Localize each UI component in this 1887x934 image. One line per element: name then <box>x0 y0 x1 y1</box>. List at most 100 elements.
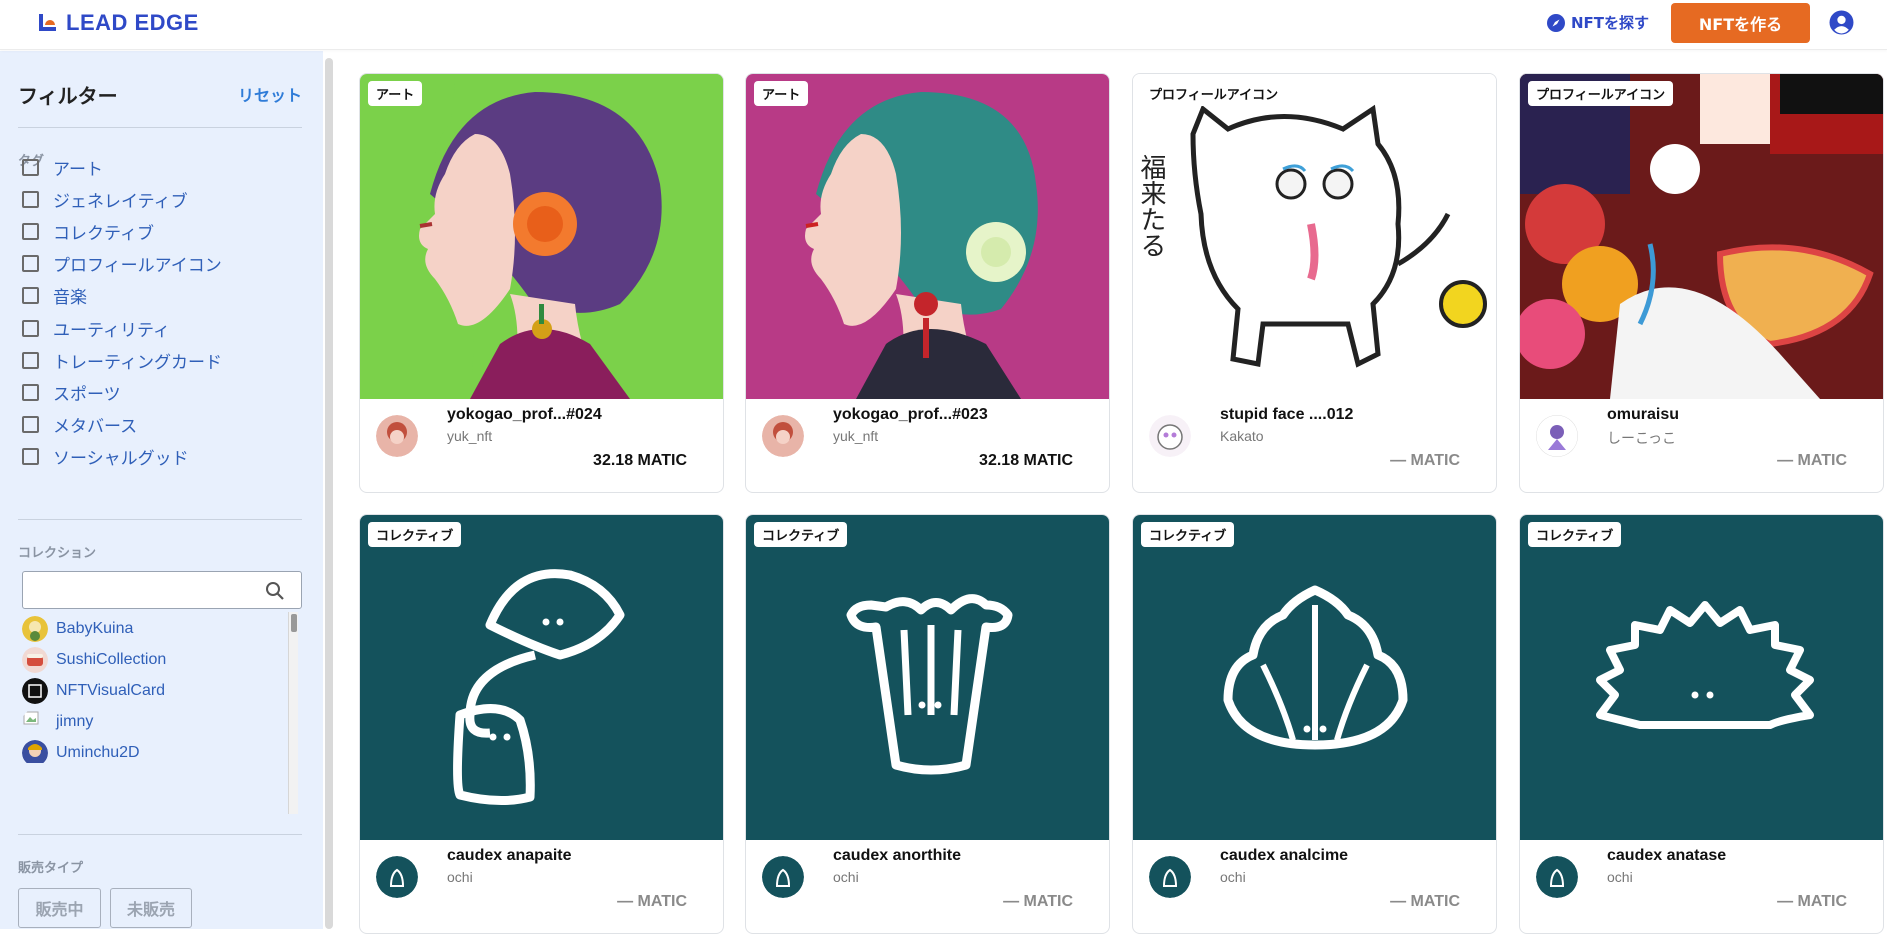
checkbox-icon[interactable] <box>22 255 39 273</box>
collection-label: BabyKuina <box>56 619 134 637</box>
tag-option-profile-icon[interactable]: プロフィールアイコン <box>22 248 222 280</box>
nft-title[interactable]: omuraisu <box>1607 406 1679 424</box>
nft-card[interactable]: コレクティブ caudex anorthite ochi — MATIC <box>745 514 1110 934</box>
creator-avatar[interactable] <box>1536 415 1578 457</box>
find-nft-link[interactable]: NFTを探す <box>1546 12 1649 33</box>
nft-image <box>360 515 723 840</box>
sidebar-scrollbar[interactable] <box>325 58 333 929</box>
collection-avatar <box>22 739 48 763</box>
collection-item[interactable]: Uminchu2D <box>22 737 290 763</box>
tag-option-music[interactable]: 音楽 <box>22 280 222 312</box>
broken-image-icon <box>23 711 39 724</box>
creator-avatar[interactable] <box>1536 856 1578 898</box>
nft-title[interactable]: stupid face ....012 <box>1220 406 1353 424</box>
checkbox-icon[interactable] <box>22 287 39 305</box>
creator-name[interactable]: ochi <box>833 869 859 885</box>
tag-option-sports[interactable]: スポーツ <box>22 376 222 408</box>
make-nft-button[interactable]: NFTを作る <box>1671 3 1810 43</box>
tag-label: コレクティブ <box>53 223 154 244</box>
on-sale-button[interactable]: 販売中 <box>18 888 101 928</box>
tag-option-metaverse[interactable]: メタバース <box>22 409 222 441</box>
collection-label: Uminchu2D <box>56 743 140 761</box>
nft-card[interactable]: 福来たる プロフィールアイコン stupid face ....012 Kaka… <box>1132 73 1497 493</box>
nft-title[interactable]: caudex anorthite <box>833 847 961 865</box>
checkbox-icon[interactable] <box>22 158 39 176</box>
creator-name[interactable]: しーこっこ <box>1607 428 1676 448</box>
creator-name[interactable]: yuk_nft <box>447 428 492 444</box>
collection-item[interactable]: BabyKuina <box>22 613 290 644</box>
search-icon[interactable] <box>265 581 285 601</box>
collection-item[interactable]: SushiCollection <box>22 644 290 675</box>
cat-image-text: 福来たる <box>1136 154 1166 258</box>
nft-card[interactable]: アート yokogao_prof...#023 yuk_nft 32.18 MA… <box>745 73 1110 493</box>
nft-title[interactable]: yokogao_prof...#023 <box>833 406 988 424</box>
nft-price: 32.18 MATIC <box>593 452 687 469</box>
nft-title[interactable]: caudex anapaite <box>447 847 572 865</box>
checkbox-icon[interactable] <box>22 190 39 208</box>
collection-section-label: コレクション <box>18 546 97 561</box>
nft-image <box>360 74 723 399</box>
nft-image: 福来たる <box>1133 74 1496 399</box>
creator-avatar[interactable] <box>1149 415 1191 457</box>
creator-avatar[interactable] <box>762 415 804 457</box>
nft-title[interactable]: caudex anatase <box>1607 847 1726 865</box>
tag-label: ソーシャルグッド <box>53 449 189 470</box>
tag-label: プロフィールアイコン <box>53 256 222 277</box>
nft-image <box>746 515 1109 840</box>
collection-scrollbar[interactable] <box>288 612 298 814</box>
tag-option-art[interactable]: アート <box>22 151 222 183</box>
reset-link[interactable]: リセット <box>238 82 302 106</box>
tag-option-utility[interactable]: ユーティリティ <box>22 312 222 344</box>
logo[interactable]: LEAD EDGE <box>38 10 199 36</box>
checkbox-icon[interactable] <box>22 319 39 337</box>
checkbox-icon[interactable] <box>22 448 39 466</box>
tag-label: アート <box>53 159 103 180</box>
creator-avatar[interactable] <box>376 415 418 457</box>
creator-avatar[interactable] <box>762 856 804 898</box>
top-header: LEAD EDGE NFTを探す NFTを作る <box>0 0 1887 50</box>
divider <box>18 127 302 128</box>
tag-option-collective[interactable]: コレクティブ <box>22 215 222 247</box>
collection-item[interactable]: NFTVisualCard <box>22 675 290 706</box>
collection-avatar <box>22 677 48 704</box>
nft-title[interactable]: caudex analcime <box>1220 847 1348 865</box>
creator-name[interactable]: ochi <box>447 869 473 885</box>
nft-card[interactable]: コレクティブ caudex anatase ochi — MATIC <box>1519 514 1884 934</box>
scrollbar-thumb[interactable] <box>291 614 297 632</box>
creator-avatar[interactable] <box>376 856 418 898</box>
creator-name[interactable]: yuk_nft <box>833 428 878 444</box>
tag-option-social-good[interactable]: ソーシャルグッド <box>22 441 222 473</box>
checkbox-icon[interactable] <box>22 351 39 369</box>
checkbox-icon[interactable] <box>22 222 39 240</box>
nft-card[interactable]: プロフィールアイコン omuraisu しーこっこ — MATIC <box>1519 73 1884 493</box>
tag-label: スポーツ <box>53 384 121 405</box>
checkbox-icon[interactable] <box>22 416 39 434</box>
nft-image <box>746 74 1109 399</box>
collection-search-input[interactable] <box>22 571 302 609</box>
nft-card[interactable]: コレクティブ caudex analcime ochi — MATIC <box>1132 514 1497 934</box>
checkbox-icon[interactable] <box>22 383 39 401</box>
collection-item[interactable]: jimny <box>22 706 290 737</box>
collection-list: BabyKuina SushiCollection NFTVisualCard … <box>22 613 290 763</box>
filter-title: フィルター <box>18 84 118 108</box>
account-icon[interactable] <box>1829 10 1854 35</box>
tag-option-generative[interactable]: ジェネレイティブ <box>22 183 222 215</box>
nft-image <box>1133 515 1496 840</box>
nft-card[interactable]: コレクティブ caudex anapaite ochi — MATIC <box>359 514 724 934</box>
category-tag: コレクティブ <box>754 522 848 547</box>
tag-label: トレーティングカード <box>53 352 222 373</box>
tag-option-trading-card[interactable]: トレーティングカード <box>22 344 222 376</box>
sale-type-section-label: 販売タイプ <box>18 861 84 876</box>
creator-name[interactable]: Kakato <box>1220 428 1264 444</box>
collection-avatar <box>22 615 48 642</box>
nft-card[interactable]: アート yokogao_prof...#024 yuk_nft 32.18 MA… <box>359 73 724 493</box>
creator-avatar[interactable] <box>1149 856 1191 898</box>
nft-title[interactable]: yokogao_prof...#024 <box>447 406 602 424</box>
creator-name[interactable]: ochi <box>1607 869 1633 885</box>
category-tag: プロフィールアイコン <box>1141 81 1287 106</box>
category-tag: コレクティブ <box>1141 522 1235 547</box>
creator-name[interactable]: ochi <box>1220 869 1246 885</box>
not-on-sale-button[interactable]: 未販売 <box>110 888 192 928</box>
category-tag: アート <box>754 81 809 106</box>
tag-label: ジェネレイティブ <box>53 191 188 212</box>
